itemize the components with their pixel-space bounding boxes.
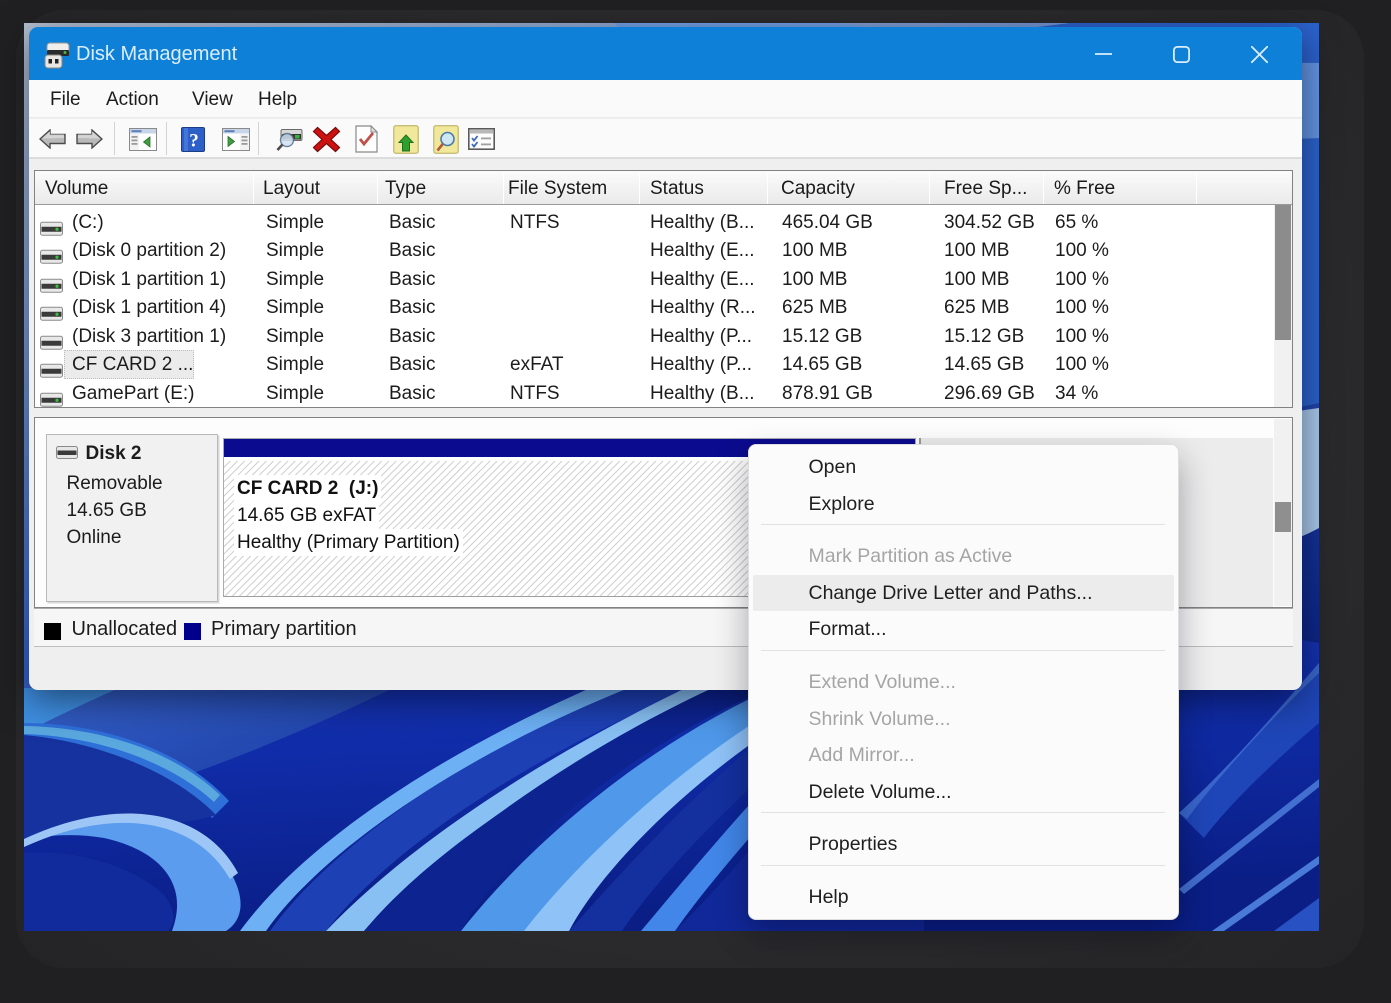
svg-text:?: ? [189, 131, 199, 152]
